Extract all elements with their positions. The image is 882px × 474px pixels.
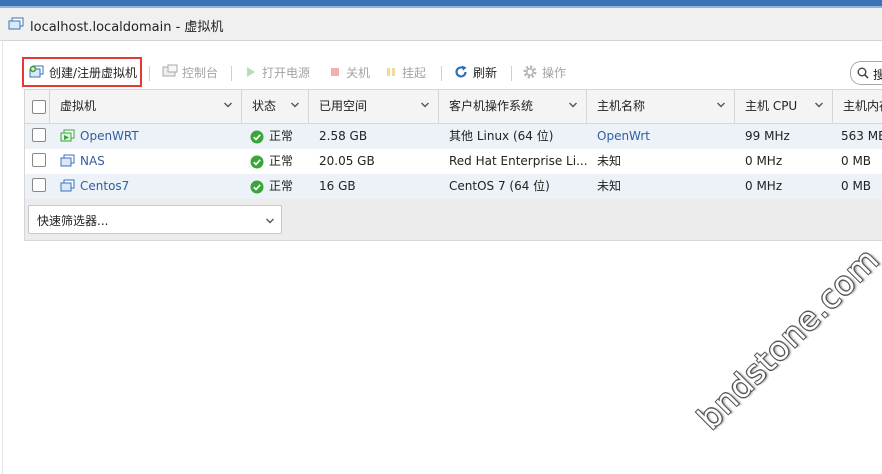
console-button[interactable]: 控制台 [162, 57, 218, 87]
used-space-cell: 2.58 GB [319, 129, 368, 143]
header-select-cell [25, 90, 50, 123]
column-header-host-cpu[interactable]: 主机 CPU [735, 90, 833, 123]
power-on-label: 打开电源 [262, 65, 311, 80]
create-vm-icon [29, 65, 44, 78]
window-title: localhost.localdomain - 虚拟机 [30, 20, 224, 35]
column-header-guest-os[interactable]: 客户机操作系统 [439, 90, 587, 123]
pause-icon [387, 68, 395, 76]
column-header-status-label: 状态 [252, 99, 277, 113]
chevron-down-icon [421, 102, 429, 108]
toolbar-separator [511, 66, 512, 81]
row-checkbox[interactable] [32, 178, 46, 192]
console-icon [162, 64, 178, 77]
column-header-host-cpu-label: 主机 CPU [745, 99, 798, 113]
column-header-used-space-label: 已用空间 [319, 99, 368, 113]
guest-os-cell: 其他 Linux (64 位) [449, 129, 554, 143]
window-titlebar: localhost.localdomain - 虚拟机 [0, 8, 882, 41]
create-register-vm-label: 创建/注册虚拟机 [49, 65, 138, 80]
gear-icon [523, 65, 537, 79]
toolbar-separator [149, 66, 150, 81]
host-cpu-cell: 0 MHz [745, 154, 783, 168]
panel-left-border [2, 40, 3, 474]
select-all-checkbox[interactable] [32, 100, 46, 114]
status-cell: 正常 [242, 149, 309, 174]
top-strip [0, 0, 882, 8]
chevron-down-icon [291, 102, 299, 108]
quick-filter-select[interactable]: 快速筛选器... [28, 205, 282, 234]
console-label: 控制台 [182, 65, 219, 80]
column-header-host-name-label: 主机名称 [597, 99, 646, 113]
chevron-down-icon [815, 102, 823, 108]
column-header-host-memory-label: 主机内存 [843, 99, 882, 113]
vm-name-link[interactable]: OpenWRT [70, 124, 242, 149]
power-off-button[interactable]: 关机 [328, 57, 370, 87]
host-memory-cell: 0 MB [841, 154, 872, 168]
play-icon [247, 67, 255, 77]
status-label: 正常 [269, 154, 294, 168]
row-checkbox[interactable] [32, 128, 46, 142]
table-row[interactable]: OpenWRT 正常 2.58 GB 其他 Linux (64 位) OpenW… [25, 124, 882, 149]
status-cell: 正常 [242, 174, 309, 199]
check-circle-icon [250, 155, 264, 168]
toolbar: 创建/注册虚拟机 控制台 打开电源 关机 挂起 刷新 操作 [22, 57, 882, 87]
column-header-status[interactable]: 状态 [242, 90, 309, 123]
actions-button[interactable]: 操作 [522, 57, 566, 87]
suspend-button[interactable]: 挂起 [384, 57, 426, 87]
power-off-label: 关机 [346, 65, 371, 80]
search-icon [857, 67, 869, 79]
toolbar-separator [231, 66, 232, 81]
column-header-vm-label: 虚拟机 [60, 99, 97, 113]
chevron-down-icon [224, 102, 232, 108]
used-space-cell: 16 GB [319, 179, 356, 193]
chevron-down-icon [717, 102, 725, 108]
guest-os-cell: Red Hat Enterprise Li... [449, 154, 587, 168]
column-header-host-name[interactable]: 主机名称 [587, 90, 735, 123]
actions-label: 操作 [542, 65, 567, 80]
host-cpu-cell: 99 MHz [745, 129, 790, 143]
used-space-cell: 20.05 GB [319, 154, 375, 168]
refresh-icon [455, 65, 467, 78]
virtual-machines-icon [8, 17, 24, 30]
create-register-vm-button[interactable]: 创建/注册虚拟机 [22, 57, 142, 87]
chevron-down-icon [569, 102, 577, 108]
guest-os-cell: CentOS 7 (64 位) [449, 179, 550, 193]
host-cpu-cell: 0 MHz [745, 179, 783, 193]
status-cell: 正常 [242, 124, 309, 149]
vm-table: 虚拟机 状态 已用空间 客户机操作系统 主机名称 主机 CPU 主机内存 [24, 89, 882, 241]
check-circle-icon [250, 180, 264, 193]
quick-filter-placeholder: 快速筛选器... [37, 214, 109, 228]
table-header: 虚拟机 状态 已用空间 客户机操作系统 主机名称 主机 CPU 主机内存 [25, 90, 882, 124]
vm-name-link[interactable]: Centos7 [70, 174, 242, 199]
host-name-link[interactable]: OpenWrt [587, 124, 735, 149]
host-memory-cell: 563 MB [841, 129, 882, 143]
column-header-used-space[interactable]: 已用空间 [309, 90, 439, 123]
host-memory-cell: 0 MB [841, 179, 872, 193]
refresh-label: 刷新 [473, 65, 498, 80]
host-name-cell: 未知 [597, 154, 622, 168]
column-header-vm[interactable]: 虚拟机 [50, 90, 242, 123]
status-label: 正常 [269, 179, 294, 193]
toolbar-separator [441, 66, 442, 81]
chevron-down-icon [266, 218, 274, 224]
host-name-cell: 未知 [597, 179, 622, 193]
column-header-guest-os-label: 客户机操作系统 [449, 99, 534, 113]
search-input[interactable]: 搜 [850, 61, 882, 85]
table-row[interactable]: Centos7 正常 16 GB CentOS 7 (64 位) 未知 0 MH… [25, 174, 882, 199]
column-header-host-memory[interactable]: 主机内存 [833, 90, 882, 123]
check-circle-icon [250, 130, 264, 143]
watermark-text: bndstone.com [690, 240, 882, 437]
table-row[interactable]: NAS 正常 20.05 GB Red Hat Enterprise Li...… [25, 149, 882, 174]
suspend-label: 挂起 [402, 65, 427, 80]
refresh-button[interactable]: 刷新 [453, 57, 497, 87]
row-checkbox[interactable] [32, 153, 46, 167]
stop-icon [331, 68, 339, 76]
power-on-button[interactable]: 打开电源 [244, 57, 310, 87]
search-label: 搜 [873, 68, 882, 82]
status-label: 正常 [269, 129, 294, 143]
vm-name-link[interactable]: NAS [70, 149, 242, 174]
